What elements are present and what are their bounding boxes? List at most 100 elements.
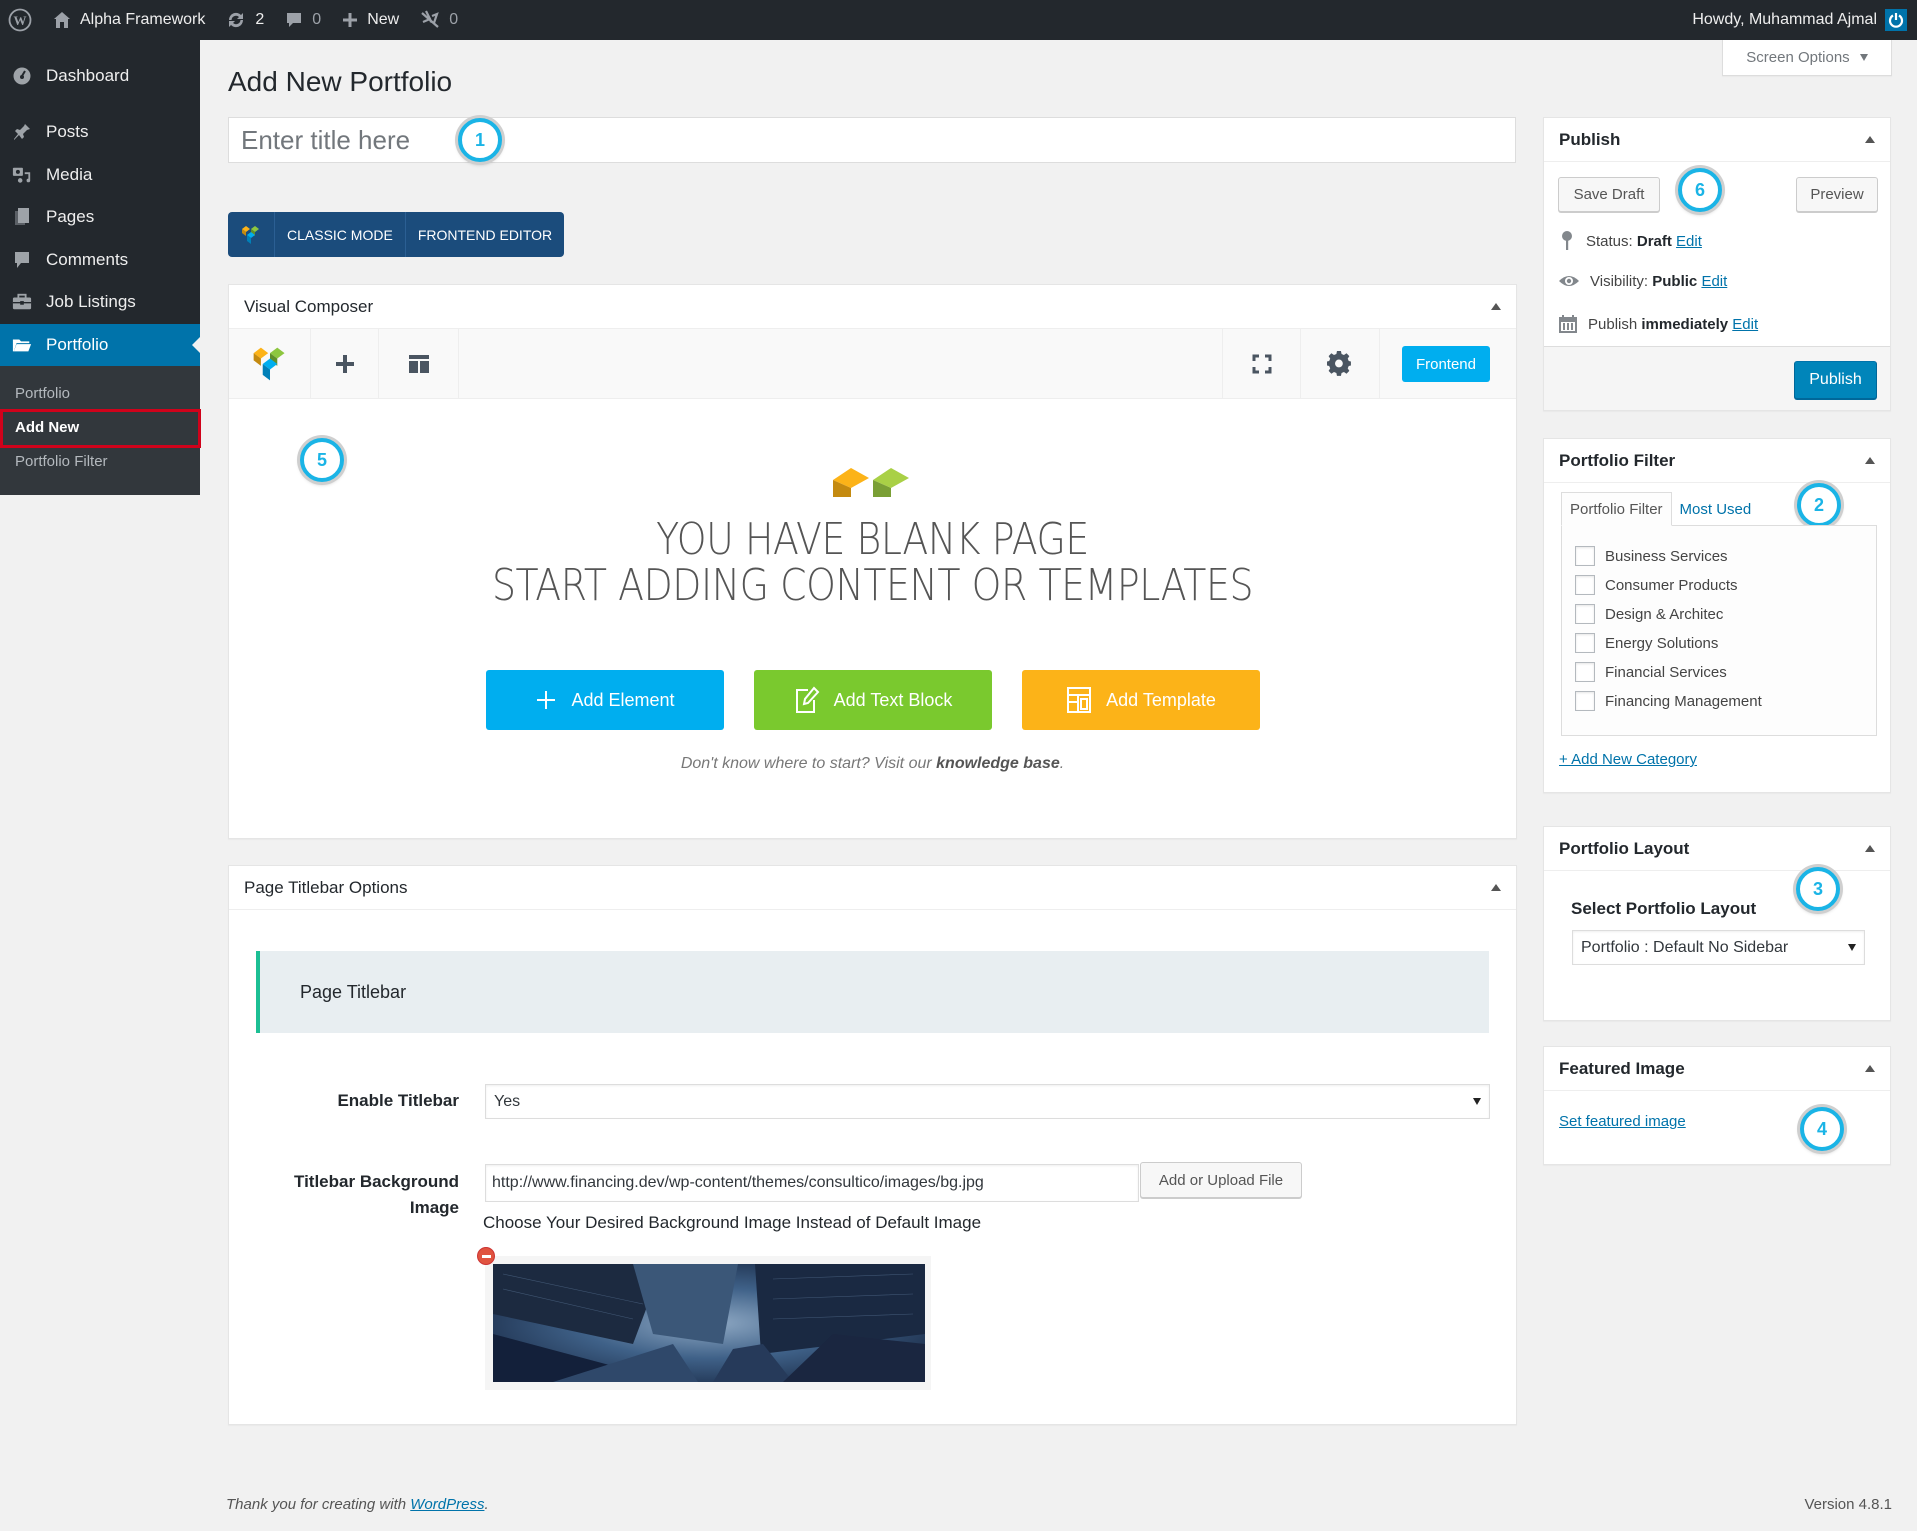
enable-titlebar-select[interactable]: Yes [485,1084,1490,1119]
category-label: Financing Management [1605,692,1762,710]
sidebar-item-posts[interactable]: Posts [0,111,200,153]
edit-publish-time-link[interactable]: Edit [1732,316,1758,333]
caret-down-icon [1473,1098,1481,1105]
footer-version: Version 4.8.1 [1804,1496,1892,1513]
category-label: Consumer Products [1605,576,1738,594]
add-or-upload-file-button[interactable]: Add or Upload File [1140,1162,1302,1198]
classic-mode-button[interactable]: CLASSIC MODE [275,212,406,257]
screen-options-button[interactable]: Screen Options [1722,40,1892,76]
sidebar-item-job-listings[interactable]: Job Listings [0,281,200,323]
publish-time-value: immediately [1641,315,1729,333]
sidebar-item-label: Media [46,165,93,184]
featured-image-header[interactable]: Featured Image [1544,1047,1890,1091]
plus-icon [335,355,354,373]
home-icon [54,12,70,28]
visibility-text: Visibility: Public Edit [1590,273,1727,290]
titlebar-options-header[interactable]: Page Titlebar Options [229,866,1516,910]
wordpress-logo-button[interactable]: W [0,0,42,40]
new-content-link[interactable]: New [331,0,409,40]
tab-most-used[interactable]: Most Used [1672,492,1760,526]
publish-button[interactable]: Publish [1794,361,1877,399]
annotation-badge-6: 6 [1678,168,1722,212]
add-new-category-link[interactable]: + Add New Category [1559,751,1697,768]
comments-link[interactable]: 0 [274,0,331,40]
sidebar-item-dashboard[interactable]: Dashboard [0,55,200,97]
sidebar-item-media[interactable]: Media [0,154,200,196]
portfolio-layout-select[interactable]: Portfolio : Default No Sidebar [1572,930,1865,965]
user-account-menu[interactable]: Howdy, Muhammad Ajmal [1692,9,1917,31]
add-element-button[interactable]: Add Element [486,670,724,730]
plugin-notice-link[interactable]: 0 [409,0,468,40]
highlight-box [0,409,201,448]
annotation-badge-1: 1 [458,118,502,162]
portfolio-layout-value: Portfolio : Default No Sidebar [1581,938,1789,956]
preview-button[interactable]: Preview [1796,177,1878,212]
category-item[interactable]: Financial Services [1575,662,1727,682]
category-item[interactable]: Consumer Products [1575,575,1738,595]
enable-titlebar-value: Yes [494,1092,521,1110]
add-template-button[interactable]: Add Template [1022,670,1260,730]
vc-help-suffix: . [1059,755,1065,772]
edit-visibility-link[interactable]: Edit [1701,273,1727,290]
site-name-link[interactable]: Alpha Framework [42,0,215,40]
collapse-arrow-icon[interactable] [1865,1065,1875,1072]
category-item[interactable]: Energy Solutions [1575,633,1718,653]
svg-text:W: W [14,13,27,28]
active-menu-arrow [192,337,200,353]
category-checkbox[interactable] [1575,633,1595,653]
comment-icon [287,13,302,27]
collapse-arrow-icon[interactable] [1865,845,1875,852]
titlebar-options-title: Page Titlebar Options [244,877,408,897]
caret-down-icon [1848,944,1856,951]
vc-frontend-button[interactable]: Frontend [1401,346,1490,382]
titlebar-bg-url-input[interactable]: http://www.financing.dev/wp-content/them… [485,1164,1139,1202]
comments-count: 0 [312,11,322,28]
avatar [1885,9,1907,31]
vc-logo-menu-button[interactable] [229,329,311,399]
category-checkbox[interactable] [1575,546,1595,566]
collapse-arrow-icon[interactable] [1865,457,1875,464]
wordpress-link[interactable]: WordPress [410,1496,484,1513]
frontend-editor-button[interactable]: FRONTEND EDITOR [406,212,564,257]
category-checkbox[interactable] [1575,575,1595,595]
set-featured-image-link[interactable]: Set featured image [1559,1113,1686,1130]
add-text-block-label: Add Text Block [833,689,953,710]
save-draft-button[interactable]: Save Draft [1558,177,1660,212]
titlebar-bg-label-line1: Titlebar Background [294,1172,459,1191]
sidebar-item-portfolio[interactable]: Portfolio [0,324,200,366]
category-item[interactable]: Financing Management [1575,691,1762,711]
vc-logo-button[interactable] [228,212,275,257]
category-item[interactable]: Design & Architec [1575,604,1723,624]
category-checkbox[interactable] [1575,604,1595,624]
tab-all-categories[interactable]: Portfolio Filter [1561,492,1672,526]
sidebar-item-pages[interactable]: Pages [0,196,200,238]
category-checkbox[interactable] [1575,662,1595,682]
visual-composer-header[interactable]: Visual Composer [229,285,1516,329]
vc-templates-button[interactable] [379,329,459,399]
collapse-arrow-icon[interactable] [1491,303,1501,310]
updates-link[interactable]: 2 [215,0,274,40]
portfolio-filter-header[interactable]: Portfolio Filter [1544,439,1890,483]
vc-settings-button[interactable] [1300,329,1379,399]
submenu-item-portfolio-filter[interactable]: Portfolio Filter [15,453,108,470]
status-value: Draft [1636,232,1672,250]
visibility-value: Public [1652,272,1698,290]
category-item[interactable]: Business Services [1575,546,1728,566]
portfolio-layout-header[interactable]: Portfolio Layout [1544,827,1890,871]
sidebar-item-label: Comments [46,250,129,269]
remove-image-icon[interactable] [477,1247,495,1265]
submenu-item-portfolio[interactable]: Portfolio [15,385,70,402]
collapse-arrow-icon[interactable] [1491,884,1501,891]
sidebar-item-comments[interactable]: Comments [0,239,200,281]
category-checkbox[interactable] [1575,691,1595,711]
comment-icon [12,250,32,270]
publish-header[interactable]: Publish [1544,118,1890,162]
vc-add-element-button[interactable] [311,329,379,399]
collapse-arrow-icon[interactable] [1865,136,1875,143]
vc-fullscreen-button[interactable] [1222,329,1300,399]
title-input[interactable] [228,117,1516,163]
add-text-block-button[interactable]: Add Text Block [754,670,992,730]
titlebar-bg-preview [485,1256,931,1390]
knowledge-base-link[interactable]: knowledge base [936,755,1060,772]
edit-status-link[interactable]: Edit [1676,233,1702,250]
